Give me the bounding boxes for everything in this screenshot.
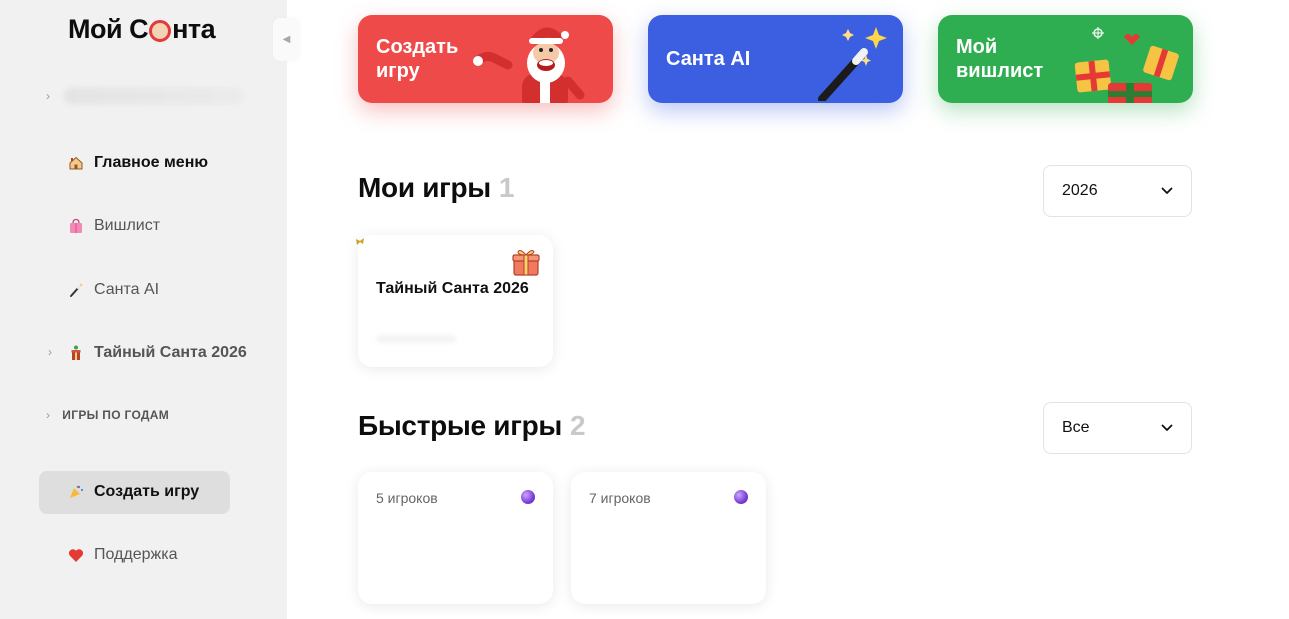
logo-text-part1: Мой С — [68, 14, 149, 44]
chevron-down-icon — [1161, 185, 1173, 197]
logo-text-part2: нта — [172, 14, 216, 44]
filter-select[interactable]: Все — [1043, 402, 1192, 454]
filter-select-value: Все — [1062, 419, 1090, 436]
crystal-ball-icon — [734, 490, 748, 504]
chevron-down-icon — [1161, 422, 1173, 434]
games-by-year-section[interactable]: › ИГРЫ ПО ГОДАМ — [46, 408, 169, 422]
house-icon — [66, 153, 86, 173]
chevron-right-icon: › — [46, 408, 51, 422]
sidebar-item-main-menu[interactable]: Главное меню — [66, 153, 208, 173]
sidebar-item-secret-santa-2026[interactable]: Тайный Санта 2026 — [66, 343, 256, 363]
sidebar-item-label: Тайный Санта 2026 — [94, 344, 247, 361]
banner-title-line1: Санта AI — [666, 48, 751, 70]
magic-wand-icon — [66, 280, 86, 300]
blurred-placeholder — [376, 335, 456, 343]
game-card-title: Тайный Санта 2026 — [376, 280, 529, 297]
create-game-banner[interactable]: Создать игру — [358, 15, 613, 103]
chevron-right-icon: › — [46, 89, 50, 103]
game-card[interactable]: Тайный Санта 2026 — [355, 235, 553, 367]
year-select[interactable]: 2026 — [1043, 165, 1192, 217]
magic-wand-icon — [818, 27, 887, 101]
quick-games-heading: Быстрые игры 2 — [358, 410, 586, 442]
quick-games-count: 2 — [569, 410, 586, 441]
players-count: 5 игроков — [376, 490, 438, 506]
sidebar-item-support[interactable]: Поддержка — [66, 545, 177, 565]
quick-game-card[interactable]: 7 игроков — [571, 472, 766, 604]
ribbon-icon — [355, 237, 365, 248]
wishlist-banner[interactable]: Мой вишлист — [938, 15, 1193, 103]
app-logo[interactable]: Мой С нта — [68, 14, 216, 45]
gift-tree-icon — [66, 343, 86, 363]
chevron-left-icon: ◀ — [282, 34, 291, 45]
my-games-heading: Мои игры 1 — [358, 172, 515, 204]
sidebar-item-wishlist[interactable]: Вишлист — [66, 216, 160, 236]
banner-title-line1: Мой — [956, 36, 998, 58]
banner-title-line2: вишлист — [956, 60, 1044, 82]
banner-title-line2: игру — [376, 60, 420, 82]
sidebar-item-label: Главное меню — [94, 154, 209, 171]
quick-game-card[interactable]: 5 игроков — [358, 472, 553, 604]
santa-icon — [473, 27, 585, 103]
banner-title-line1: Создать — [376, 36, 459, 58]
sidebar-item-label: Вишлист — [94, 217, 161, 234]
gift-icon — [511, 247, 541, 282]
my-games-count: 1 — [498, 172, 515, 203]
year-select-value: 2026 — [1062, 182, 1098, 199]
section-label-text: ИГРЫ ПО ГОДАМ — [62, 408, 170, 422]
my-games-title: Мои игры — [358, 172, 491, 203]
blurred-placeholder — [64, 88, 244, 104]
heart-icon — [66, 545, 86, 565]
sidebar-item-label: Поддержка — [94, 546, 178, 563]
santa-face-icon — [149, 19, 172, 42]
collapse-sidebar-button[interactable]: ◀ — [273, 18, 300, 61]
sidebar-item-santa-ai[interactable]: Санта AI — [66, 280, 159, 300]
create-game-button[interactable]: Создать игру — [39, 471, 230, 514]
party-popper-icon — [66, 482, 86, 502]
crystal-ball-icon — [521, 490, 535, 504]
create-game-label: Создать игру — [94, 483, 200, 500]
shopping-bag-icon — [66, 216, 86, 236]
sidebar: Мой С нта › Главное меню Вишлист Санта A… — [0, 0, 287, 619]
players-count: 7 игроков — [589, 490, 651, 506]
quick-games-title: Быстрые игры — [358, 410, 562, 441]
santa-ai-banner[interactable]: Санта AI — [648, 15, 903, 103]
sidebar-item-label: Санта AI — [94, 281, 160, 298]
gifts-icon — [1074, 27, 1179, 103]
blurred-nav-row[interactable]: › — [46, 88, 244, 104]
chevron-right-icon[interactable]: › — [48, 345, 52, 359]
